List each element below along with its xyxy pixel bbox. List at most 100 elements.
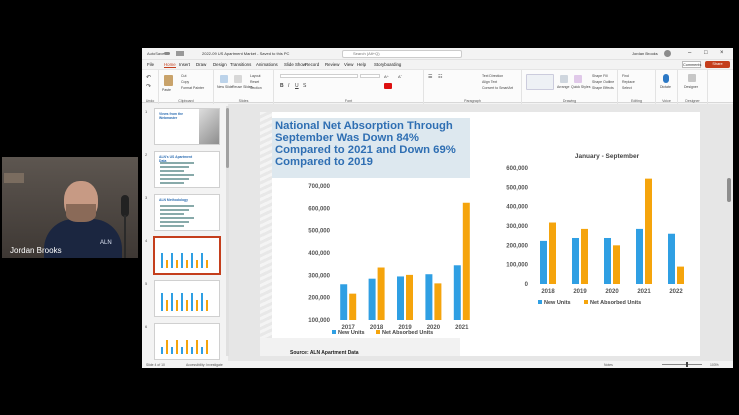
slide-thumbnail[interactable] xyxy=(154,280,220,317)
font-name-select[interactable] xyxy=(280,74,358,78)
new-slide-icon[interactable] xyxy=(220,75,228,83)
notes-button[interactable]: Notes xyxy=(604,363,613,367)
arrange-icon[interactable] xyxy=(560,75,568,83)
align-text-button[interactable]: Align Text xyxy=(482,80,497,84)
comments-button[interactable]: Comments xyxy=(682,61,701,68)
new-slide-button[interactable]: New Slide xyxy=(217,85,233,89)
tab-insert[interactable]: Insert xyxy=(179,62,190,67)
tab-draw[interactable]: Draw xyxy=(196,62,206,67)
quick-styles-icon[interactable] xyxy=(574,75,582,83)
slide-thumbnail[interactable]: ALN Methodology xyxy=(154,194,220,231)
underline-icon[interactable]: U xyxy=(295,83,299,89)
thumbnail-mark xyxy=(176,340,178,354)
bold-icon[interactable]: B xyxy=(280,83,284,89)
shape-fill-button[interactable]: Shape Fill xyxy=(592,74,608,78)
maximize-icon[interactable]: □ xyxy=(704,50,708,56)
dictate-icon[interactable] xyxy=(663,74,669,83)
search-input[interactable]: Search (Alt+Q) xyxy=(342,50,462,58)
shape-outline-button[interactable]: Shape Outline xyxy=(592,80,614,84)
font-color-icon[interactable] xyxy=(384,83,392,89)
tab-help[interactable]: Help xyxy=(357,62,366,67)
tab-view[interactable]: View xyxy=(344,62,353,67)
thumbnail-number: 5 xyxy=(145,281,148,286)
slide-scroll-thumb[interactable] xyxy=(727,178,731,202)
paste-label[interactable]: Paste xyxy=(162,88,171,92)
close-icon[interactable]: × xyxy=(720,50,724,56)
decrease-font-icon[interactable]: Aˇ xyxy=(398,74,402,79)
y-tick-label: 0 xyxy=(525,282,529,288)
tab-home[interactable]: Home xyxy=(164,62,176,68)
drawing-label: Drawing xyxy=(562,99,577,103)
accessibility-status[interactable]: Accessibility: Investigate xyxy=(186,363,223,367)
slide-thumbnail[interactable] xyxy=(154,323,220,360)
reuse-slides-icon[interactable] xyxy=(234,75,242,83)
layout-button[interactable]: Layout xyxy=(250,74,261,78)
thumbnail-scroll-thumb[interactable] xyxy=(226,108,229,168)
thumbnail-mark xyxy=(166,300,168,311)
slide-title[interactable]: National Net Absorption Through Septembe… xyxy=(275,120,471,168)
tab-review[interactable]: Review xyxy=(325,62,339,67)
reset-button[interactable]: Reset xyxy=(250,80,259,84)
shapes-gallery[interactable] xyxy=(526,74,554,90)
thumbnail-scrollbar[interactable] xyxy=(226,106,229,356)
share-button[interactable]: Share xyxy=(705,61,730,68)
slide-thumbnail[interactable] xyxy=(153,236,221,275)
legend-swatch xyxy=(376,330,380,334)
thumbnail-mark xyxy=(191,293,193,311)
thumbnail-mark xyxy=(166,340,168,354)
designer-icon[interactable] xyxy=(688,74,696,82)
section-button[interactable]: Section xyxy=(250,86,262,90)
convert-smartart-button[interactable]: Convert to SmartArt xyxy=(482,86,513,90)
redo-icon[interactable]: ↷ xyxy=(146,83,151,90)
paste-icon[interactable] xyxy=(164,75,173,86)
copy-button[interactable]: Copy xyxy=(181,80,189,84)
minimize-icon[interactable]: – xyxy=(688,50,691,56)
dictate-button[interactable]: Dictate xyxy=(660,85,671,89)
arrange-button[interactable]: Arrange xyxy=(557,85,569,89)
cut-button[interactable]: Cut xyxy=(181,74,186,78)
quick-styles-button[interactable]: Quick Styles xyxy=(571,85,590,89)
chart-right[interactable]: January - September 600,000 500,000 400,000… xyxy=(482,136,696,336)
save-icon[interactable] xyxy=(176,51,184,56)
tab-record[interactable]: Record xyxy=(305,62,319,67)
find-button[interactable]: Find xyxy=(622,74,629,78)
zoom-level[interactable]: 103% xyxy=(710,363,719,367)
select-button[interactable]: Select xyxy=(622,86,632,90)
numbering-icon[interactable]: ☷ xyxy=(438,74,442,80)
tab-animations[interactable]: Animations xyxy=(256,62,278,67)
format-painter-button[interactable]: Format Painter xyxy=(181,86,204,90)
legend-swatch xyxy=(584,300,588,304)
webcam-tile: ALN Jordan Brooks xyxy=(2,157,138,258)
shadow-icon[interactable]: S xyxy=(303,83,306,89)
designer-button[interactable]: Designer xyxy=(684,85,698,89)
shape-effects-button[interactable]: Shape Effects xyxy=(592,86,614,90)
italic-icon[interactable]: I xyxy=(288,83,289,89)
avatar[interactable] xyxy=(664,50,671,57)
tab-storyboarding[interactable]: Storyboarding xyxy=(374,62,401,67)
font-size-select[interactable] xyxy=(360,74,380,78)
tab-transitions[interactable]: Transitions xyxy=(230,62,251,67)
bar-net-absorbed-units xyxy=(549,222,556,284)
zoom-slider-handle[interactable] xyxy=(686,362,688,367)
bar-new-units xyxy=(604,237,611,284)
slide-counter: Slide 4 of 10 xyxy=(146,362,165,367)
tab-file[interactable]: File xyxy=(147,62,154,67)
tab-slide-show[interactable]: Slide Show xyxy=(284,62,306,67)
undo-icon[interactable]: ↶ xyxy=(146,74,151,81)
autosave-toggle[interactable] xyxy=(164,52,170,55)
bar-new-units xyxy=(540,240,547,284)
slide-thumbnail[interactable]: Views from the Webmaster xyxy=(154,108,220,145)
increase-font-icon[interactable]: A^ xyxy=(384,74,389,79)
tab-design[interactable]: Design xyxy=(213,62,227,67)
slide-canvas[interactable]: National Net Absorption Through Septembe… xyxy=(260,112,700,356)
zoom-slider[interactable] xyxy=(662,364,702,365)
slide-thumbnail[interactable]: ALN's US Apartment Data xyxy=(154,151,220,188)
text-direction-button[interactable]: Text Direction xyxy=(482,74,503,78)
bullets-icon[interactable]: ☰ xyxy=(428,74,432,80)
slide-scrollbar[interactable] xyxy=(725,104,733,361)
bar-new-units xyxy=(572,237,579,284)
thumbnail-text-line xyxy=(160,221,189,223)
chart-left[interactable]: 700,000 600,000 500,000 400,000 300,000 200,0… xyxy=(286,176,480,336)
replace-button[interactable]: Replace xyxy=(622,80,635,84)
legend-label: Net Absorbed Units xyxy=(590,300,641,306)
